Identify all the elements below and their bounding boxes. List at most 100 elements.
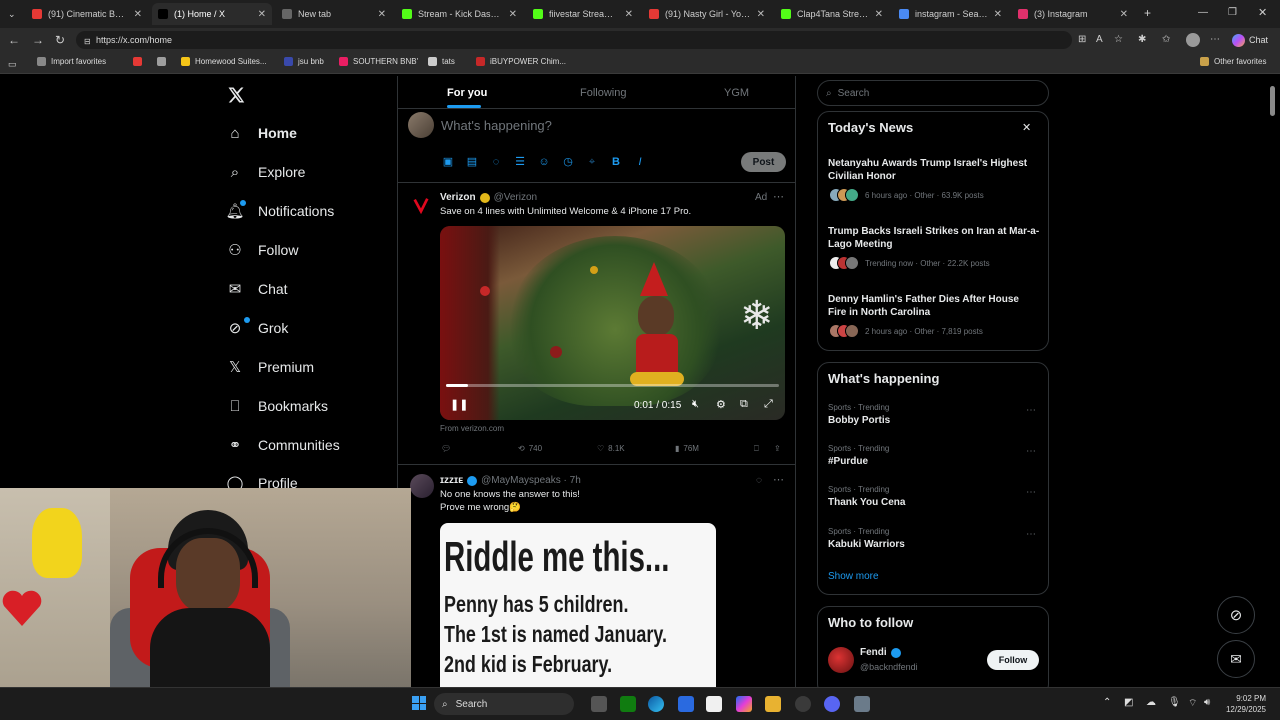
copilot-chat-button[interactable]: Chat [1232,33,1276,47]
minimize-icon[interactable]: — [1198,7,1208,19]
bookmark-item[interactable] [133,57,142,66]
favorite-star-icon[interactable]: ☆ [1114,34,1123,46]
show-more-link[interactable]: Show more [828,571,879,582]
bookmark-item[interactable]: iBUYPOWER Chim... [476,57,566,66]
settings-taskbar-icon[interactable] [854,696,870,712]
browser-tab[interactable]: New tab ✕ [276,3,392,25]
settings-icon[interactable]: ⚙ [716,398,726,411]
browser-tab[interactable]: Clap4Tana Stream - Wat ✕ [775,3,889,25]
ad-author[interactable]: Verizon @Verizon [440,192,537,203]
notepad-icon[interactable] [706,696,722,712]
grok-float-icon[interactable]: ⊘ [1217,596,1255,634]
read-aloud-icon[interactable]: A [1096,34,1103,46]
compose-input[interactable]: What's happening? [441,118,552,133]
tab-for-you[interactable]: For you [447,87,487,99]
address-bar[interactable]: https://x.com/home [76,31,1072,49]
bold-icon[interactable]: B [610,156,622,168]
tab-close-icon[interactable]: ✕ [757,9,765,20]
tab-close-icon[interactable]: ✕ [875,9,883,20]
tab-close-icon[interactable]: ✕ [1120,9,1128,20]
trend-more-icon[interactable]: ⋯ [1026,405,1036,416]
store-icon[interactable] [678,696,694,712]
pause-icon[interactable]: ❚❚ [450,398,468,411]
video-progress-track[interactable] [446,384,779,387]
browser-tab[interactable]: (3) Instagram ✕ [1012,3,1134,25]
trend-topic[interactable]: Thank You Cena [828,497,905,508]
browser-tab[interactable]: instagram - Search ✕ [893,3,1008,25]
follow-button[interactable]: Follow [987,650,1039,670]
fendi-name-row[interactable]: Fendi [860,647,901,658]
tray-chevron-icon[interactable]: ⌃ [1103,697,1111,708]
app-available-icon[interactable]: ⊞ [1078,34,1086,46]
tab-ygm[interactable]: YGM [724,87,749,99]
fendi-avatar[interactable] [828,647,854,673]
poll-icon[interactable]: ☰ [514,156,526,168]
tab-close-icon[interactable]: ✕ [625,9,633,20]
news-headline[interactable]: Netanyahu Awards Trump Israel's Highest … [828,157,1040,183]
bookmark-item[interactable] [157,57,166,66]
italic-icon[interactable]: I [634,156,646,168]
taskbar-search[interactable]: ⌕ Search [434,693,574,715]
browser-tab[interactable]: (91) Nasty Girl - YouTub ✕ [643,3,771,25]
back-icon[interactable]: ← [8,34,20,46]
mute-icon[interactable]: 🔇︎ [692,398,699,411]
bookmark-post-button[interactable]: ⎕ [754,444,759,454]
tab-close-icon[interactable]: ✕ [378,9,386,20]
grok-compose-icon[interactable]: ◌ [490,156,502,168]
sidebar-toggle-icon[interactable]: ▭ [8,58,17,70]
trend-topic[interactable]: #Purdue [828,456,868,467]
nav-item-chat[interactable]: ✉ Chat [226,280,288,298]
post-more-icon[interactable]: ⋯ [773,190,784,203]
copilot-taskbar-icon[interactable] [736,696,752,712]
close-window-icon[interactable]: ✕ [1258,7,1267,19]
share-button[interactable]: ⇪ [774,444,781,453]
izzie-avatar[interactable] [410,474,434,498]
browser-tab[interactable]: (1) Home / X ✕ [152,3,272,25]
page-scrollbar-thumb[interactable] [1270,86,1275,116]
bookmark-item[interactable]: SOUTHERN BNB' [339,57,418,66]
bookmark-item[interactable]: Homewood Suites... [181,57,267,66]
pip-icon[interactable]: ⧉ [740,398,748,411]
xbox-icon[interactable] [620,696,636,712]
bookmark-item[interactable]: tats [428,57,455,66]
browser-tab[interactable]: fiivestar Stream - Watch ✕ [527,3,639,25]
trend-more-icon[interactable]: ⋯ [1026,529,1036,540]
file-explorer-icon[interactable] [765,696,781,712]
post-button[interactable]: Post [741,152,786,172]
trend-more-icon[interactable]: ⋯ [1026,487,1036,498]
media-icon[interactable]: ▣ [442,156,454,168]
new-tab-icon[interactable]: + [1144,7,1151,19]
repost-button[interactable]: ⟲ 740 [518,444,542,453]
trend-more-icon[interactable]: ⋯ [1026,446,1036,457]
like-button[interactable]: ♡ 8.1K [597,444,625,453]
trend-topic[interactable]: Bobby Portis [828,415,890,426]
nav-item-follow[interactable]: ⚇ Follow [226,241,298,259]
fullscreen-icon[interactable]: ⤢ [764,398,773,411]
browser-tab[interactable]: Stream - Kick Dashboar ✕ [396,3,523,25]
reply-button[interactable]: 💬︎ [441,444,451,453]
bookmark-item[interactable]: jsu bnb [284,57,324,66]
favorites-icon[interactable]: ✩ [1162,34,1170,46]
tray-app-icon[interactable]: ◩ [1124,697,1133,708]
tray-cloud-icon[interactable]: ☁ [1146,697,1156,708]
other-favorites[interactable]: Other favorites [1200,57,1266,66]
tab-close-icon[interactable]: ✕ [258,9,266,20]
browser-tab[interactable]: (91) Cinematic Boom - a ✕ [26,3,148,25]
start-icon[interactable] [412,696,426,710]
tab-close-icon[interactable]: ✕ [134,9,142,20]
x-logo-icon[interactable] [227,86,245,104]
extensions-icon[interactable]: ✱ [1138,34,1146,46]
reload-icon[interactable]: ↻ [55,34,65,46]
schedule-icon[interactable]: ◷ [562,156,574,168]
tab-list-chevron-icon[interactable]: ⌄ [8,8,16,20]
ad-video[interactable]: ❄ ❚❚ 0:01 / 0:15 🔇︎ ⚙ ⧉ ⤢ [440,226,785,420]
close-icon[interactable]: ✕ [1022,121,1031,134]
nav-item-premium[interactable]: 𝕏 Premium [226,358,314,376]
discord-icon[interactable] [824,696,840,712]
messages-float-icon[interactable]: ✉ [1217,640,1255,678]
user-avatar[interactable] [408,112,434,138]
tab-following[interactable]: Following [580,87,626,99]
nav-item-bookmarks[interactable]: ⎕ Bookmarks [226,397,328,415]
emoji-icon[interactable]: ☺ [538,156,550,168]
bookmark-item[interactable]: Import favorites [37,57,106,66]
